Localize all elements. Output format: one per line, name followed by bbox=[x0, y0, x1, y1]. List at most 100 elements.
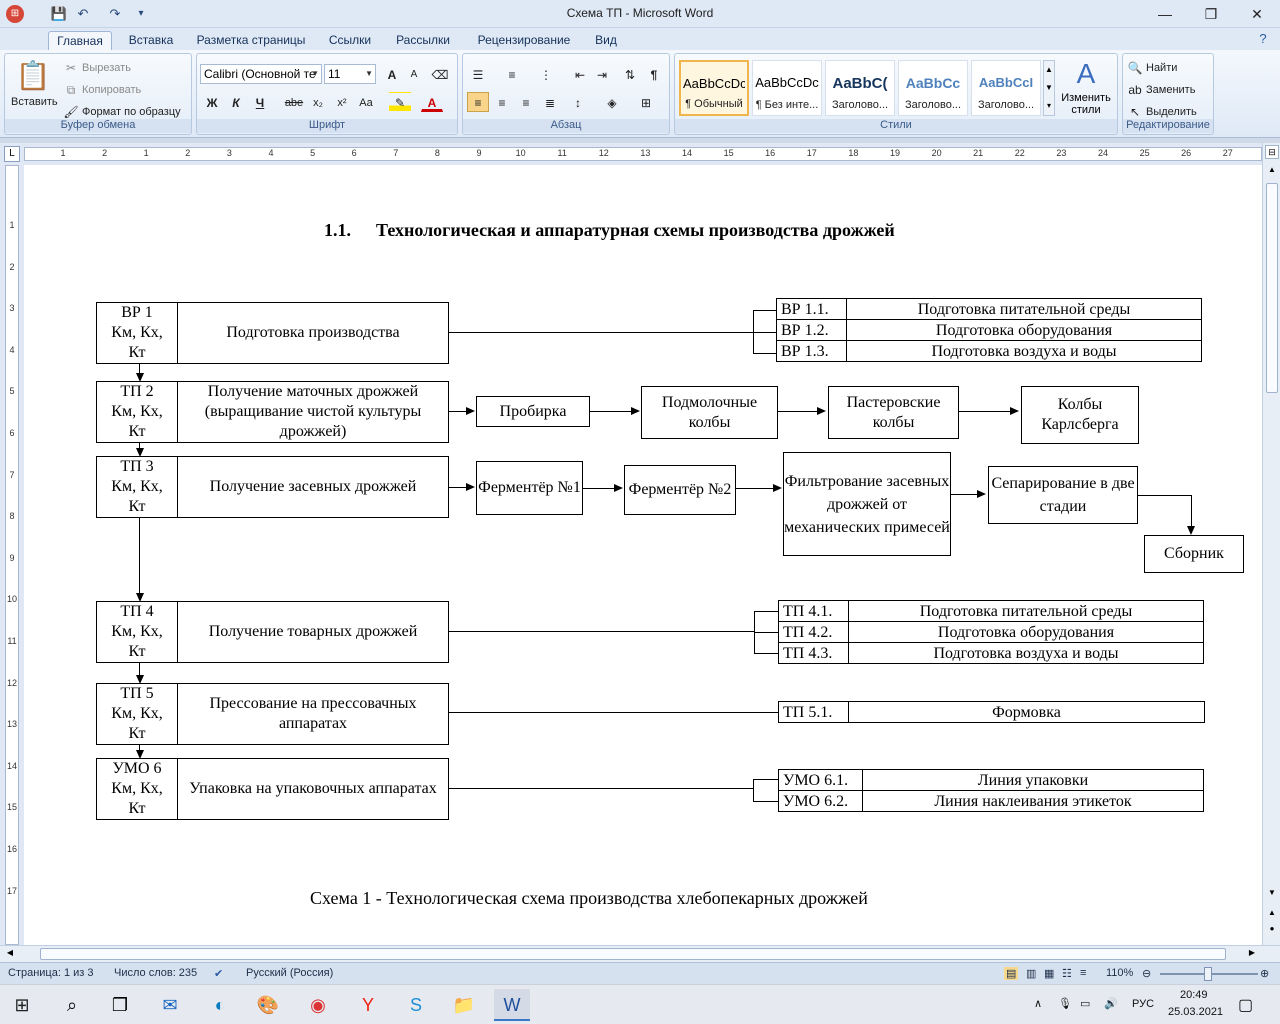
style-no-spacing[interactable]: AaBbCcDc ¶ Без инте... bbox=[752, 60, 822, 116]
tab-insert[interactable]: Вставка bbox=[120, 31, 182, 50]
page-count[interactable]: Страница: 1 из 3 bbox=[8, 967, 94, 979]
input-language[interactable]: РУС bbox=[1132, 998, 1154, 1010]
task-view-icon[interactable]: ❐ bbox=[102, 989, 138, 1021]
network-icon[interactable]: ▭ bbox=[1080, 997, 1090, 1010]
borders-icon[interactable]: ⊞ bbox=[635, 92, 657, 112]
scroll-up-icon[interactable]: ▲ bbox=[1265, 165, 1279, 179]
outline-view-icon[interactable]: ☷ bbox=[1062, 967, 1072, 980]
volume-icon[interactable]: 🔊 bbox=[1104, 997, 1118, 1010]
horizontal-ruler[interactable]: L 1 2 1 2 3 4 5 6 7 8 9 10 11 12 13 14 15 16 17 18 19 20 21 22 2… bbox=[0, 143, 1280, 165]
tray-expand-icon[interactable]: ∧ bbox=[1034, 997, 1042, 1010]
zoom-in-icon[interactable]: ⊕ bbox=[1260, 967, 1269, 980]
style-heading-3[interactable]: AaBbCcI Заголово... bbox=[971, 60, 1041, 116]
tab-view[interactable]: Вид bbox=[590, 31, 622, 50]
scroll-right-icon[interactable]: ▶ bbox=[1246, 948, 1258, 960]
font-name-combo[interactable]: Calibri (Основной те ▼ bbox=[200, 64, 322, 84]
copy-button[interactable]: Копировать bbox=[82, 84, 141, 96]
draft-view-icon[interactable]: ≡ bbox=[1080, 967, 1086, 979]
shading-icon[interactable]: ◈ bbox=[601, 92, 623, 112]
zoom-level[interactable]: 110% bbox=[1106, 967, 1133, 979]
sort-icon[interactable]: ⇅ bbox=[619, 64, 641, 84]
clock-date[interactable]: 25.03.2021 bbox=[1168, 1006, 1223, 1018]
tab-selector-button[interactable]: L bbox=[4, 146, 20, 162]
format-painter-button[interactable]: Формат по образцу bbox=[82, 106, 181, 118]
align-right-icon[interactable]: ≡ bbox=[515, 92, 537, 112]
restore-button[interactable]: ❐ bbox=[1188, 0, 1234, 28]
align-left-icon[interactable]: ≡ bbox=[467, 92, 489, 112]
scroll-left-icon[interactable]: ◀ bbox=[4, 948, 16, 960]
tab-review[interactable]: Рецензирование bbox=[468, 31, 580, 50]
print-layout-icon[interactable]: ▤ bbox=[1004, 967, 1019, 980]
multilevel-list-icon[interactable]: ⋮ bbox=[535, 64, 557, 84]
clock-time[interactable]: 20:49 bbox=[1180, 989, 1208, 1001]
word-taskbar-icon[interactable]: W bbox=[494, 989, 530, 1021]
superscript-button[interactable]: x² bbox=[331, 92, 353, 112]
style-heading-2[interactable]: AaBbCc Заголово... bbox=[898, 60, 968, 116]
scroll-thumb[interactable] bbox=[1266, 183, 1278, 393]
chrome-icon[interactable]: ◉ bbox=[300, 989, 336, 1021]
previous-page-icon[interactable]: ▲ bbox=[1265, 908, 1279, 922]
underline-button[interactable]: Ч bbox=[249, 92, 271, 112]
mail-icon[interactable]: ✉ bbox=[152, 989, 188, 1021]
vertical-scrollbar[interactable]: ⊟ ▲ ▼ ▲ ● bbox=[1262, 143, 1280, 945]
subscript-button[interactable]: x₂ bbox=[307, 92, 329, 112]
zoom-slider-thumb[interactable] bbox=[1204, 967, 1212, 981]
microphone-icon[interactable]: 🎙 bbox=[1058, 997, 1072, 1010]
document-page[interactable]: 1.1. Технологическая и аппаратурная схем… bbox=[24, 165, 1262, 945]
paste-icon[interactable]: 📋 bbox=[15, 58, 51, 94]
paint-icon[interactable]: 🎨 bbox=[250, 989, 286, 1021]
align-center-icon[interactable]: ≡ bbox=[491, 92, 513, 112]
bullets-icon[interactable]: ☰ bbox=[467, 64, 489, 84]
windows-start-icon[interactable]: ⊞ bbox=[4, 989, 40, 1021]
paste-button[interactable]: Вставить bbox=[11, 96, 58, 108]
tab-mailings[interactable]: Рассылки bbox=[390, 31, 456, 50]
select-browse-object-icon[interactable]: ● bbox=[1265, 924, 1279, 938]
tab-references[interactable]: Ссылки bbox=[322, 31, 378, 50]
help-icon[interactable]: ? bbox=[1254, 30, 1272, 48]
edge-icon[interactable]: ◐ bbox=[202, 989, 238, 1021]
italic-button[interactable]: К bbox=[225, 92, 247, 112]
grow-font-button[interactable]: A bbox=[381, 64, 403, 84]
strikethrough-button[interactable]: abe bbox=[283, 92, 305, 112]
increase-indent-icon[interactable]: ⇥ bbox=[591, 64, 613, 84]
horizontal-scroll-thumb[interactable] bbox=[40, 948, 1226, 960]
full-screen-reading-icon[interactable]: ▥ bbox=[1026, 967, 1036, 980]
close-button[interactable]: ✕ bbox=[1234, 0, 1280, 28]
web-layout-icon[interactable]: ▦ bbox=[1044, 967, 1054, 980]
font-size-combo[interactable]: 11 ▼ bbox=[324, 64, 376, 84]
language-status[interactable]: Русский (Россия) bbox=[246, 967, 333, 979]
style-normal[interactable]: AaBbCcDc ¶ Обычный bbox=[679, 60, 749, 116]
change-case-button[interactable]: Aa bbox=[355, 92, 377, 112]
find-button[interactable]: Найти bbox=[1146, 62, 1177, 74]
minimize-button[interactable]: — bbox=[1142, 0, 1188, 28]
skype-icon[interactable]: S bbox=[398, 989, 434, 1021]
notification-icon[interactable]: ▢ bbox=[1238, 995, 1253, 1015]
numbering-icon[interactable]: ≡ bbox=[501, 64, 523, 84]
highlight-icon[interactable]: ✎ bbox=[389, 92, 411, 112]
line-spacing-icon[interactable]: ↕ bbox=[567, 92, 589, 112]
scroll-down-icon[interactable]: ▼ bbox=[1265, 888, 1279, 902]
zoom-out-icon[interactable]: ⊖ bbox=[1142, 967, 1151, 980]
decrease-indent-icon[interactable]: ⇤ bbox=[569, 64, 591, 84]
yandex-browser-icon[interactable]: Y bbox=[350, 989, 386, 1021]
select-button[interactable]: Выделить bbox=[1146, 106, 1197, 118]
font-color-icon[interactable]: A bbox=[421, 92, 443, 112]
cut-button[interactable]: Вырезать bbox=[82, 62, 131, 74]
ruler-toggle-icon[interactable]: ⊟ bbox=[1265, 145, 1279, 159]
bold-button[interactable]: Ж bbox=[201, 92, 223, 112]
file-explorer-icon[interactable]: 📁 bbox=[446, 989, 482, 1021]
shrink-font-button[interactable]: A bbox=[403, 64, 425, 84]
proofing-icon[interactable]: ✔ bbox=[214, 967, 223, 980]
clear-formatting-icon[interactable]: ⌫ bbox=[429, 64, 451, 84]
horizontal-scrollbar[interactable]: ◀ ▶ bbox=[0, 945, 1280, 962]
tab-home[interactable]: Главная bbox=[48, 31, 112, 50]
show-formatting-button[interactable]: ¶ bbox=[643, 64, 665, 84]
search-icon[interactable]: ⌕ bbox=[54, 989, 90, 1021]
word-count[interactable]: Число слов: 235 bbox=[114, 967, 197, 979]
style-heading-1[interactable]: AaBbC(Заголово... bbox=[825, 60, 895, 116]
tab-page-layout[interactable]: Разметка страницы bbox=[190, 31, 312, 50]
replace-button[interactable]: Заменить bbox=[1146, 84, 1195, 96]
justify-icon[interactable]: ≣ bbox=[539, 92, 561, 112]
styles-scroll-icon[interactable]: ▲ ▼ ▾ bbox=[1043, 60, 1055, 116]
change-styles-button[interactable]: A Изменить стили bbox=[1059, 56, 1113, 116]
